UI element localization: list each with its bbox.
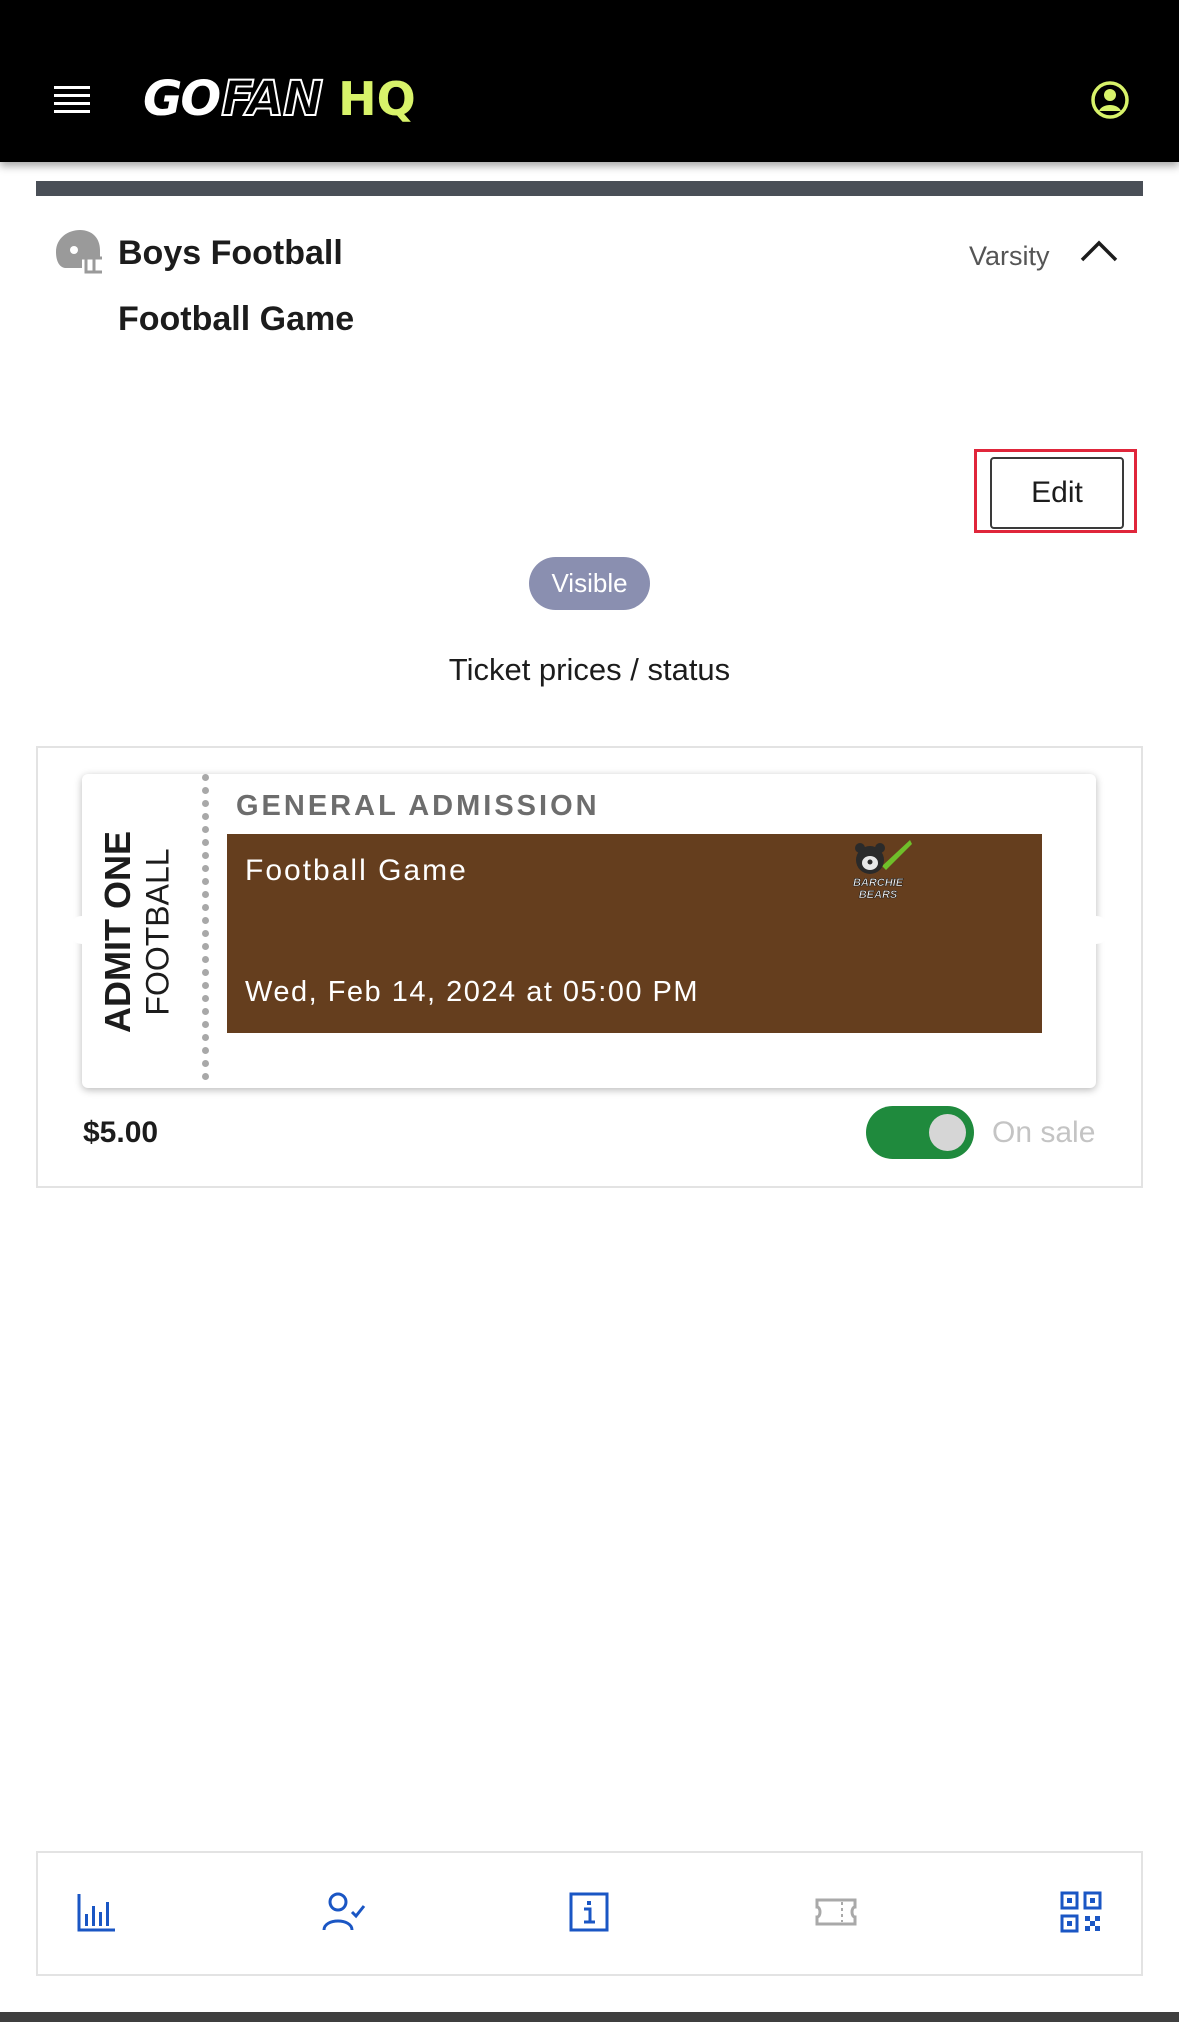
event-title: Football Game [118,300,355,338]
bottom-system-bar [0,2012,1179,2022]
ticket-price: $5.00 [83,1116,159,1149]
ticket-prices-heading: Ticket prices / status [448,652,731,687]
visibility-badge: Visible [529,557,650,610]
ticket-icon[interactable] [814,1890,858,1934]
ticket-card[interactable]: ADMIT ONE FOOTBALL GENERAL ADMISSION Foo… [68,774,1110,1088]
qr-code-icon[interactable] [1059,1890,1103,1934]
bar-chart-icon[interactable] [75,1890,119,1934]
edit-button[interactable]: Edit [990,457,1124,529]
ticket-stub: ADMIT ONE FOOTBALL [82,774,202,1088]
user-profile-icon[interactable] [1090,80,1130,120]
sport-title: Boys Football [118,234,343,272]
event-level-label: Varsity [969,241,1050,271]
hamburger-menu-icon[interactable] [54,86,90,113]
ticket-event-datetime: Wed, Feb 14, 2024 at 05:00 PM [245,976,700,1008]
toggle-knob [929,1114,966,1151]
gofan-hq-logo[interactable]: GO FAN HQ [143,70,416,128]
ticket-banner: Football Game Wed, Feb 14, 2024 at 05:00… [227,834,1042,1033]
football-helmet-icon [56,230,102,274]
stub-admit-one: ADMIT ONE [97,831,138,1033]
ticket-notch-right [1082,916,1110,944]
on-sale-label: On sale [992,1116,1096,1149]
user-check-icon[interactable] [322,1890,366,1934]
svg-text:BEARS: BEARS [859,889,898,901]
on-sale-toggle[interactable] [866,1106,974,1159]
header-divider-strip [36,181,1143,196]
ticket-event-title: Football Game [245,854,468,887]
stub-sport: FOOTBALL [139,848,176,1016]
team-logo: BARCHIE BEARS [853,840,912,901]
ticket-perforation [202,774,212,1088]
logo-hq: HQ [338,72,416,126]
svg-text:BARCHIE: BARCHIE [853,877,904,889]
logo-go: GO [143,71,221,127]
chevron-up-icon[interactable] [1078,238,1120,264]
ticket-type-label: GENERAL ADMISSION [236,790,600,822]
logo-fan: FAN [220,70,324,128]
top-app-bar: GO FAN HQ [0,0,1179,162]
info-icon[interactable] [567,1890,611,1934]
